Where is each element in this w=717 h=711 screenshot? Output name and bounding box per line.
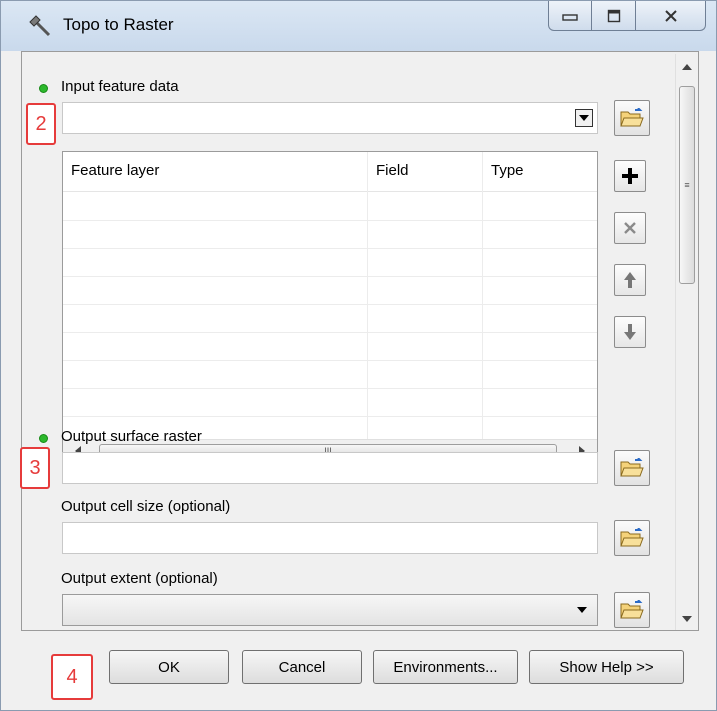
input-feature-data-browse-button[interactable] xyxy=(614,100,650,136)
dropdown-arrow-icon xyxy=(579,115,589,121)
maximize-icon xyxy=(607,9,620,22)
minimize-icon xyxy=(562,13,578,21)
environments-button[interactable]: Environments... xyxy=(373,650,518,684)
table-header: Feature layer Field Type xyxy=(63,152,597,192)
required-indicator-icon xyxy=(39,84,48,93)
output-surface-raster-browse-button[interactable] xyxy=(614,450,650,486)
folder-open-icon xyxy=(620,458,644,477)
output-extent-label: Output extent (optional) xyxy=(61,570,218,587)
dialog-footer: OK Cancel Environments... Show Help >> xyxy=(21,631,699,701)
column-header-field[interactable]: Field xyxy=(376,162,409,179)
add-row-button[interactable] xyxy=(614,160,646,192)
output-extent-browse-button[interactable] xyxy=(614,592,650,628)
dropdown-arrow-icon xyxy=(577,607,587,613)
close-button[interactable] xyxy=(636,1,706,31)
close-icon xyxy=(664,9,677,22)
show-help-button[interactable]: Show Help >> xyxy=(529,650,684,684)
title-bar[interactable]: Topo to Raster xyxy=(1,1,716,51)
dialog-vertical-scrollbar[interactable]: ≡ xyxy=(675,54,697,630)
input-feature-data-combo[interactable] xyxy=(62,102,598,134)
move-up-button[interactable] xyxy=(614,264,646,296)
input-feature-data-label: Input feature data xyxy=(61,78,179,95)
output-surface-raster-label: Output surface raster xyxy=(61,428,202,445)
parameters-panel: Input feature data Feature layer Field T… xyxy=(21,51,699,631)
minimize-button[interactable] xyxy=(548,1,592,31)
folder-open-icon xyxy=(620,528,644,547)
output-cell-size-input[interactable] xyxy=(62,522,598,554)
move-down-button[interactable] xyxy=(614,316,646,348)
cancel-button[interactable]: Cancel xyxy=(242,650,362,684)
column-header-feature-layer[interactable]: Feature layer xyxy=(71,162,159,179)
output-extent-dropdown[interactable] xyxy=(62,594,598,626)
required-indicator-icon xyxy=(39,434,48,443)
scroll-up-icon xyxy=(682,64,692,70)
ok-button[interactable]: OK xyxy=(109,650,229,684)
feature-layer-table[interactable]: Feature layer Field Type III xyxy=(62,151,598,462)
maximize-button[interactable] xyxy=(592,1,636,31)
add-icon xyxy=(622,168,638,184)
output-surface-raster-input[interactable] xyxy=(62,452,598,484)
folder-open-icon xyxy=(620,108,644,127)
move-down-icon xyxy=(624,324,636,340)
annotation-marker-4: 4 xyxy=(51,654,93,700)
scroll-down-icon xyxy=(682,616,692,622)
tool-dialog-window: Topo to Raster Input feature data Featur… xyxy=(0,0,717,711)
column-header-type[interactable]: Type xyxy=(491,162,524,179)
hammer-icon xyxy=(29,15,51,37)
delete-row-button[interactable] xyxy=(614,212,646,244)
dialog-scroll-thumb[interactable]: ≡ xyxy=(679,86,695,284)
delete-icon xyxy=(624,222,636,234)
output-cell-size-label: Output cell size (optional) xyxy=(61,498,231,515)
window-title: Topo to Raster xyxy=(63,15,174,34)
annotation-marker-3: 3 xyxy=(20,447,50,489)
annotation-marker-2: 2 xyxy=(26,103,56,145)
dropdown-arrow-button[interactable] xyxy=(575,109,593,127)
folder-open-icon xyxy=(620,600,644,619)
move-up-icon xyxy=(624,272,636,288)
output-cell-size-browse-button[interactable] xyxy=(614,520,650,556)
